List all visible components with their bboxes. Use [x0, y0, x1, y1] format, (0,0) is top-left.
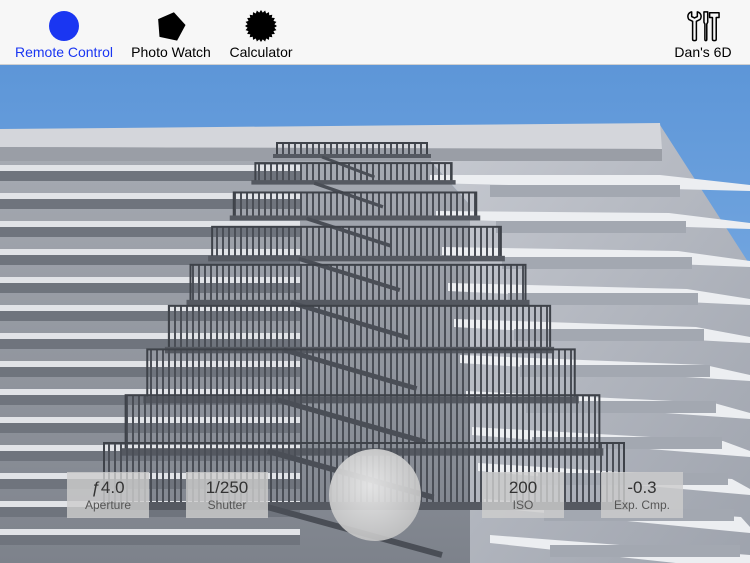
shutter-release-button[interactable]	[329, 449, 421, 541]
iso-value: 200	[508, 478, 538, 497]
camera-name-label: Dan's 6D	[674, 44, 732, 60]
iso-label: ISO	[512, 498, 534, 512]
circle-icon	[47, 9, 81, 43]
tab-remote-control[interactable]: Remote Control	[14, 0, 114, 65]
exposure-compensation-control[interactable]: -0.3 Exp. Cmp.	[601, 472, 683, 518]
aperture-label: Aperture	[84, 498, 132, 512]
tools-icon	[686, 9, 720, 43]
tab-calculator-label: Calculator	[229, 44, 293, 60]
tab-photo-watch[interactable]: Photo Watch	[126, 0, 216, 65]
app-window: Remote Control Photo Watch Calculator Da…	[0, 0, 750, 563]
shutter-speed-label: Shutter	[207, 498, 247, 512]
seal-icon	[244, 9, 278, 43]
tab-photo-watch-label: Photo Watch	[131, 44, 211, 60]
exposure-compensation-label: Exp. Cmp.	[613, 498, 670, 512]
aperture-control[interactable]: ƒ4.0 Aperture	[67, 472, 149, 518]
shutter-speed-value: 1/250	[205, 478, 249, 497]
iso-control[interactable]: 200 ISO	[482, 472, 564, 518]
tab-calculator[interactable]: Calculator	[224, 0, 298, 65]
tab-remote-control-label: Remote Control	[14, 44, 114, 60]
aperture-value: ƒ4.0	[91, 478, 125, 497]
shutter-speed-control[interactable]: 1/250 Shutter	[186, 472, 268, 518]
top-toolbar: Remote Control Photo Watch Calculator Da…	[0, 0, 750, 65]
camera-settings-button[interactable]: Dan's 6D	[666, 0, 740, 65]
pentagon-icon	[154, 9, 188, 43]
exposure-compensation-value: -0.3	[627, 478, 657, 497]
